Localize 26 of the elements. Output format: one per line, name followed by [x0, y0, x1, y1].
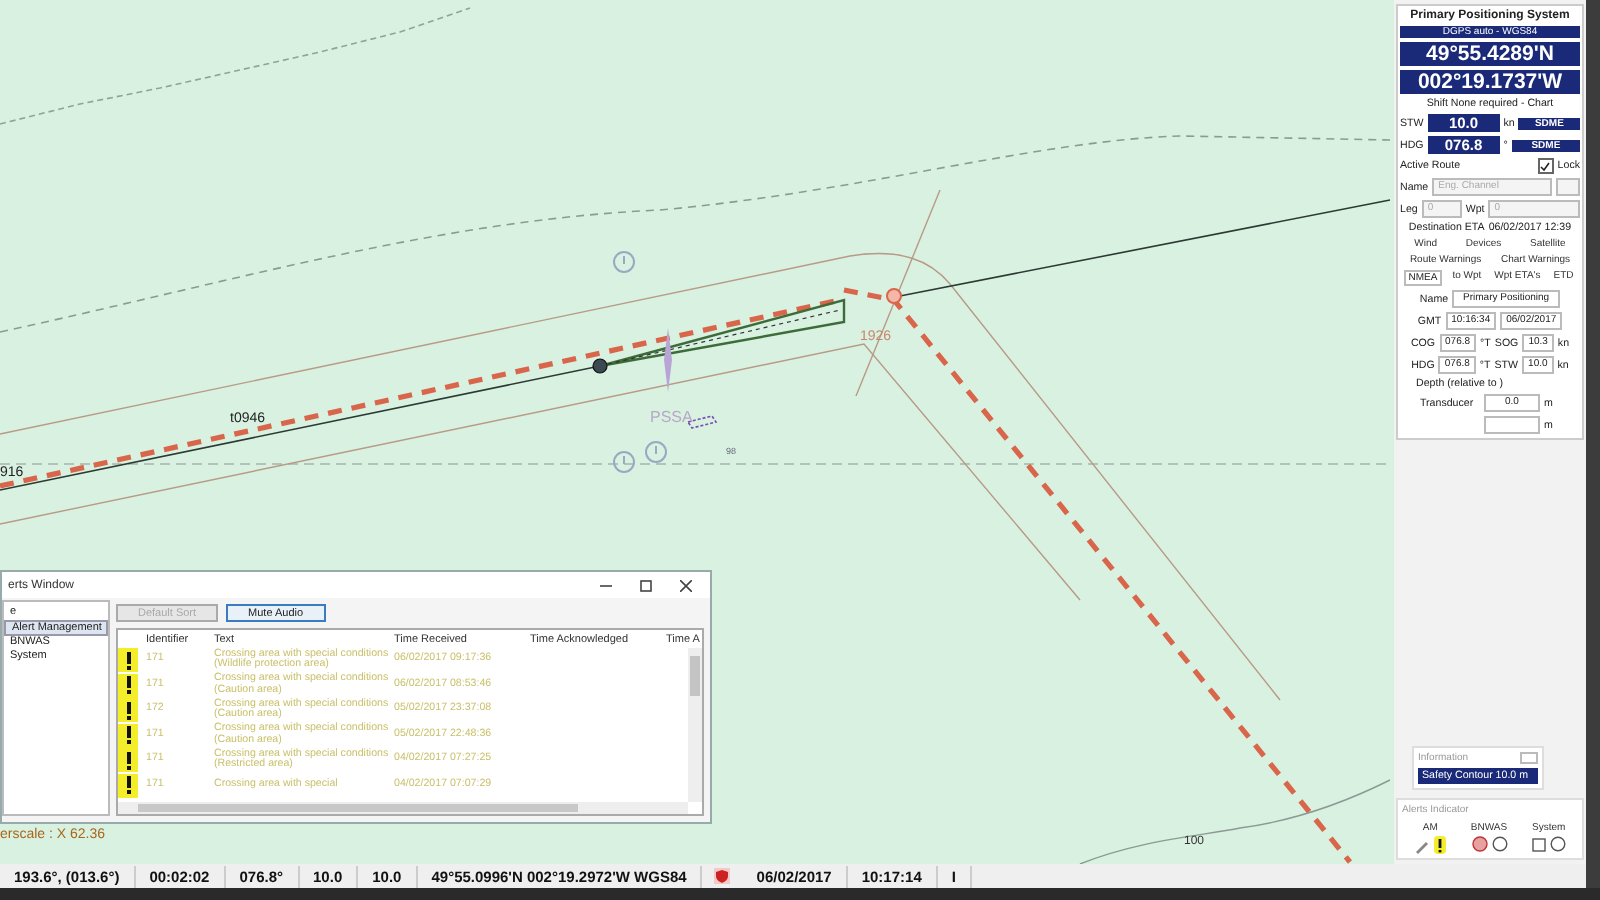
warning-icon [118, 723, 138, 748]
minimize-icon[interactable] [600, 579, 612, 591]
value-field[interactable] [1484, 416, 1540, 434]
caution-symbol-icon [613, 451, 635, 473]
maximize-icon[interactable] [640, 579, 652, 591]
heading-marker-icon [664, 328, 672, 392]
scrollbar[interactable] [688, 648, 702, 802]
close-icon[interactable] [680, 579, 692, 591]
scrollbar[interactable] [118, 802, 688, 814]
warning-icon[interactable] [1434, 836, 1447, 854]
circle-icon[interactable] [1491, 836, 1507, 852]
latitude-readout: 49°55.4289'N [1400, 42, 1580, 66]
waypoint-icon [886, 288, 902, 304]
area-label: PSSA [650, 408, 693, 426]
warning-icon [118, 673, 138, 698]
caution-symbol-icon [645, 441, 667, 463]
warning-icon [118, 648, 138, 673]
shield-icon [714, 868, 731, 884]
caution-symbol-icon [613, 251, 635, 273]
circle-icon[interactable] [1549, 836, 1566, 852]
longitude-readout: 002°19.1737'W [1400, 70, 1580, 94]
warning-icon [118, 698, 138, 723]
warning-icon [118, 748, 138, 773]
checkbox[interactable] [1537, 158, 1554, 174]
warning-icon [118, 773, 138, 798]
alarm-icon[interactable] [1471, 836, 1487, 852]
